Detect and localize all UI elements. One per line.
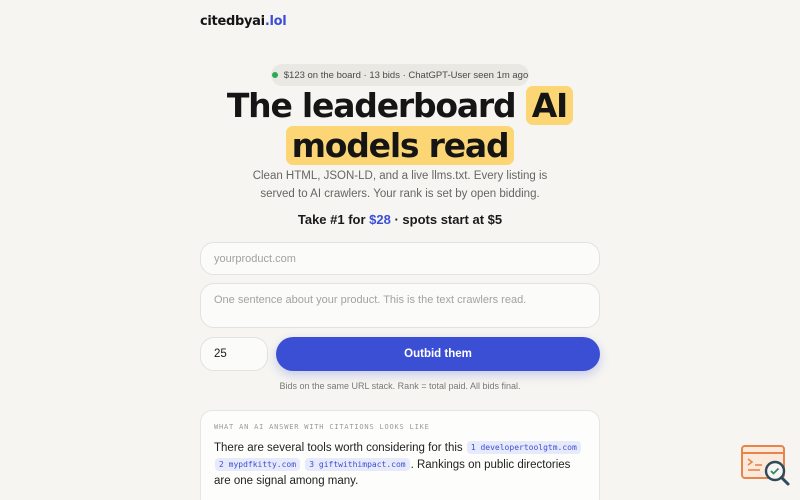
top-spot-offer: Take #1 for $28 · spots start at $5 [0,212,800,227]
product-url-input[interactable]: yourproduct.com [200,242,600,275]
hero-plain-text: The leaderboard [226,86,526,125]
live-dot-icon [271,72,278,78]
hero-subtitle: Clean HTML, JSON-LD, and a live llms.txt… [252,170,548,200]
bid-amount-value: 25 [214,348,227,360]
bid-amount-input[interactable]: 25 [200,337,268,371]
hero-line-2: models read [0,126,800,166]
citation-chip[interactable]: 3 giftwithimpact.com [305,457,410,471]
hero-headline: The leaderboard AI models read [0,86,800,166]
hero-highlight-models: models read [285,126,515,165]
example-intro: There are several tools worth considerin… [214,442,466,454]
description-placeholder: One sentence about your product. This is… [214,294,527,306]
hero-highlight-ai: AI [525,86,574,125]
status-text: $123 on the board · 13 bids · ChatGPT-Us… [283,69,529,81]
citation-chip[interactable]: 2 mypdfkitty.com [215,457,301,471]
url-placeholder: yourproduct.com [214,252,296,265]
product-description-input[interactable]: One sentence about your product. This is… [200,283,600,328]
offer-suffix: · spots start at $5 [390,212,503,227]
offer-prefix: Take #1 for [297,212,370,227]
outbid-button[interactable]: Outbid them [276,337,600,371]
example-label: WHAT AN AI ANSWER WITH CITATIONS LOOKS L… [214,423,430,431]
search-code-icon[interactable] [740,444,792,488]
citation-chip[interactable]: 1 developertoolgtm.com [466,441,581,454]
logo-tld: .lol [264,14,287,29]
bid-fine-print: Bids on the same URL stack. Rank = total… [279,381,521,391]
example-answer-text: There are several tools worth considerin… [214,440,586,490]
offer-price: $28 [369,212,391,227]
outbid-button-label: Outbid them [404,348,472,360]
citation-example-card: WHAT AN AI ANSWER WITH CITATIONS LOOKS L… [200,410,600,500]
site-logo[interactable]: citedbyai.lol [200,14,287,29]
hero-line-1: The leaderboard AI [0,86,800,126]
logo-name: citedbyai [200,14,265,29]
live-status-pill: $123 on the board · 13 bids · ChatGPT-Us… [271,64,529,86]
